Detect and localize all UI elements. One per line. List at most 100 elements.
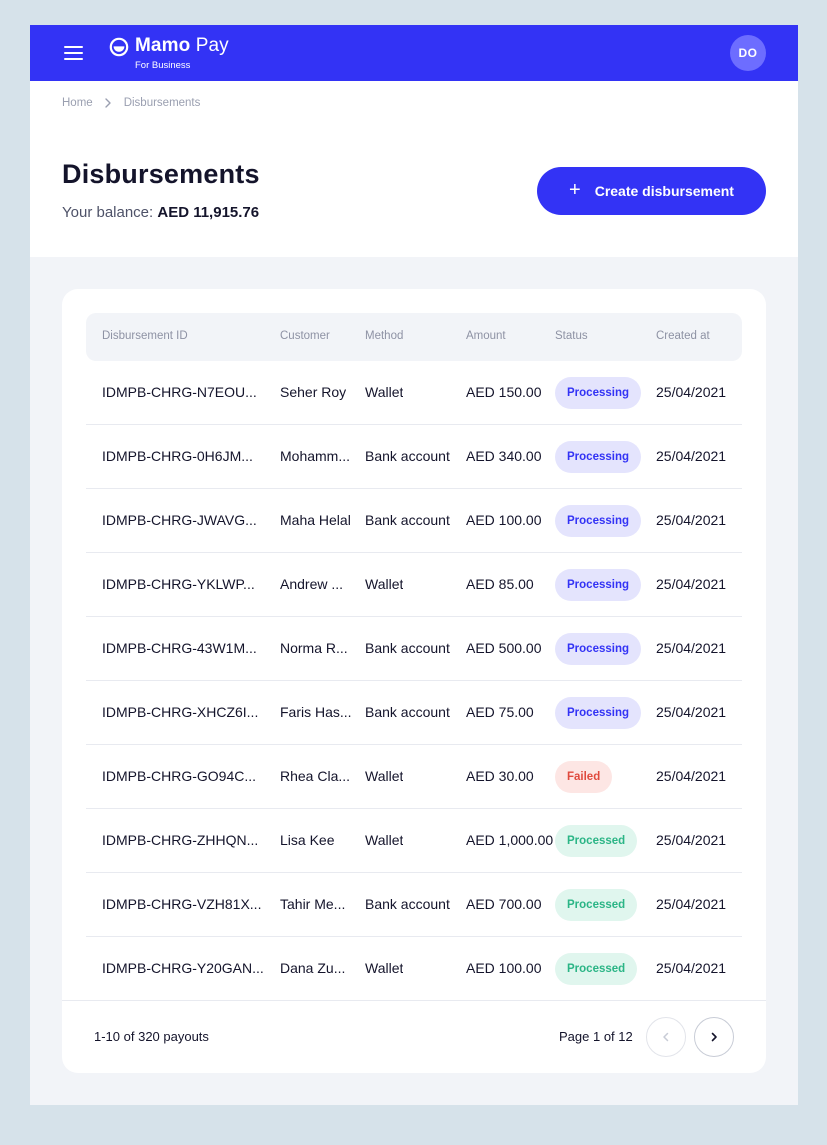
chevron-right-icon <box>104 98 111 108</box>
cell-amount: AED 150.00 <box>466 384 542 400</box>
cell-created-at: 25/04/2021 <box>656 640 727 656</box>
cell-disbursement-id: IDMPB-CHRG-YKLWP... <box>102 576 255 592</box>
column-header-method[interactable]: Method <box>365 330 403 342</box>
cell-customer: Faris Has... <box>280 704 352 720</box>
page-title: Disbursements <box>62 159 260 189</box>
status-badge: Processed <box>555 953 638 985</box>
previous-page-button[interactable] <box>646 1017 686 1057</box>
cell-method: Bank account <box>365 512 450 528</box>
cell-created-at: 25/04/2021 <box>656 704 727 720</box>
pagination-summary: 1-10 of 320 payouts <box>94 1029 209 1044</box>
cell-amount: AED 340.00 <box>466 448 542 464</box>
cell-created-at: 25/04/2021 <box>656 512 727 528</box>
cell-customer: Maha Helal <box>280 512 351 528</box>
table-row[interactable]: IDMPB-CHRG-VZH81X... Tahir Me... Bank acco… <box>86 873 742 937</box>
cell-created-at: 25/04/2021 <box>656 960 727 976</box>
create-disbursement-button[interactable]: + Create disbursement <box>537 167 766 215</box>
chevron-right-icon <box>711 1032 717 1042</box>
table-header: Disbursement ID Customer Method Amount S… <box>86 313 742 361</box>
create-disbursement-label: Create disbursement <box>594 183 734 199</box>
cell-created-at: 25/04/2021 <box>656 576 727 592</box>
cell-disbursement-id: IDMPB-CHRG-ZHHQN... <box>102 832 259 848</box>
cell-created-at: 25/04/2021 <box>656 832 727 848</box>
breadcrumb-home[interactable]: Home <box>62 97 93 109</box>
status-badge: Processed <box>555 889 638 921</box>
table-row[interactable]: IDMPB-CHRG-JWAVG... Maha Helal Bank accoun… <box>86 489 742 553</box>
cell-method: Bank account <box>365 896 450 912</box>
cell-created-at: 25/04/2021 <box>656 896 727 912</box>
cell-disbursement-id: IDMPB-CHRG-VZH81X... <box>102 896 262 912</box>
cell-customer: Rhea Cla... <box>280 768 351 784</box>
table-row[interactable]: IDMPB-CHRG-YKLWP... Andrew ... Wallet AED 8… <box>86 553 742 617</box>
page-header: Home Disbursements Disbursements Your ba… <box>30 81 798 257</box>
cell-method: Wallet <box>365 384 404 400</box>
column-header-status[interactable]: Status <box>555 330 588 342</box>
column-header-amount[interactable]: Amount <box>466 330 506 342</box>
breadcrumb: Home Disbursements <box>62 97 200 109</box>
cell-method: Wallet <box>365 576 404 592</box>
table-row[interactable]: IDMPB-CHRG-N7EOU... Seher Roy Wallet AED 15… <box>86 361 742 425</box>
table-row[interactable]: IDMPB-CHRG-GO94C... Rhea Cla... Wallet AED … <box>86 745 742 809</box>
cell-created-at: 25/04/2021 <box>656 448 727 464</box>
page-indicator: Page 1 of 12 <box>559 1029 633 1044</box>
cell-method: Bank account <box>365 640 450 656</box>
status-badge: Failed <box>555 761 613 793</box>
cell-created-at: 25/04/2021 <box>656 384 727 400</box>
column-header-id[interactable]: Disbursement ID <box>102 330 188 342</box>
cell-amount: AED 700.00 <box>466 896 542 912</box>
table-row[interactable]: IDMPB-CHRG-XHCZ6I... Faris Has... Bank acc… <box>86 681 742 745</box>
cell-disbursement-id: IDMPB-CHRG-JWAVG... <box>102 512 257 528</box>
status-badge: Processing <box>555 569 641 601</box>
balance-label: Your balance: <box>62 204 154 221</box>
brand-name: Mamo Pay <box>135 35 229 56</box>
cell-customer: Norma R... <box>280 640 348 656</box>
status-badge: Processed <box>555 825 638 857</box>
status-badge: Processing <box>555 505 641 537</box>
cell-disbursement-id: IDMPB-CHRG-Y20GAN... <box>102 960 264 976</box>
table-row[interactable]: IDMPB-CHRG-0H6JM... Mohamm... Bank account… <box>86 425 742 489</box>
status-badge: Processing <box>555 441 641 473</box>
table-row[interactable]: IDMPB-CHRG-ZHHQN... Lisa Kee Wallet AED 1,0… <box>86 809 742 873</box>
cell-disbursement-id: IDMPB-CHRG-0H6JM... <box>102 448 253 464</box>
status-badge: Processing <box>555 633 641 665</box>
cell-amount: AED 30.00 <box>466 768 534 784</box>
cell-customer: Tahir Me... <box>280 896 346 912</box>
cell-amount: AED 1,000.00 <box>466 832 554 848</box>
cell-method: Bank account <box>365 448 450 464</box>
column-header-created[interactable]: Created at <box>656 330 710 342</box>
cell-amount: AED 500.00 <box>466 640 542 656</box>
column-header-customer[interactable]: Customer <box>280 330 330 342</box>
hamburger-menu-icon[interactable] <box>64 45 83 61</box>
status-badge: Processing <box>555 697 641 729</box>
cell-disbursement-id: IDMPB-CHRG-43W1M... <box>102 640 257 656</box>
disbursements-card: Disbursement ID Customer Method Amount S… <box>62 289 766 1073</box>
cell-amount: AED 100.00 <box>466 960 542 976</box>
cell-amount: AED 100.00 <box>466 512 542 528</box>
balance-value: AED 11,915.76 <box>157 204 260 221</box>
cell-amount: AED 85.00 <box>466 576 534 592</box>
cell-method: Bank account <box>365 704 450 720</box>
cell-method: Wallet <box>365 768 404 784</box>
next-page-button[interactable] <box>694 1017 734 1057</box>
brand-subtitle: For Business <box>135 60 191 71</box>
user-avatar[interactable]: DO <box>730 35 766 71</box>
cell-method: Wallet <box>365 960 404 976</box>
cell-amount: AED 75.00 <box>466 704 534 720</box>
top-bar: Mamo Pay For Business DO <box>30 25 798 81</box>
cell-created-at: 25/04/2021 <box>656 768 727 784</box>
cell-customer: Mohamm... <box>280 448 351 464</box>
plus-icon: + <box>569 178 581 201</box>
table-row[interactable]: IDMPB-CHRG-Y20GAN... Dana Zu... Wallet AED … <box>86 937 742 1001</box>
cell-disbursement-id: IDMPB-CHRG-GO94C... <box>102 768 257 784</box>
table-row[interactable]: IDMPB-CHRG-43W1M... Norma R... Bank accoun… <box>86 617 742 681</box>
table-footer-divider <box>62 1000 766 1001</box>
cell-method: Wallet <box>365 832 404 848</box>
mamo-logo-icon <box>109 37 129 57</box>
breadcrumb-disbursements[interactable]: Disbursements <box>124 97 201 109</box>
cell-customer: Dana Zu... <box>280 960 346 976</box>
app-frame: Mamo Pay For Business DO Home Disburseme… <box>30 25 798 1105</box>
balance-display: Your balance: AED 11,915.76 <box>62 204 259 221</box>
cell-customer: Seher Roy <box>280 384 347 400</box>
cell-disbursement-id: IDMPB-CHRG-XHCZ6I... <box>102 704 259 720</box>
cell-customer: Andrew ... <box>280 576 344 592</box>
